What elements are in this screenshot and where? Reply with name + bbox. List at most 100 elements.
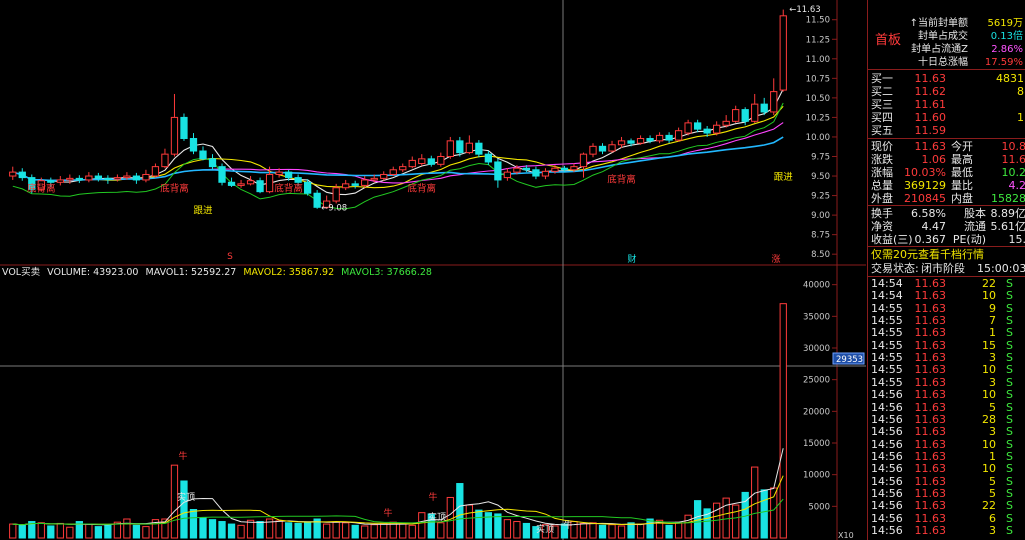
volume-bar (104, 524, 112, 539)
trade-time: 14:56 (871, 449, 903, 463)
candle-body (18, 171, 26, 179)
candle-body (361, 179, 369, 186)
trade-volume: 3 (989, 375, 996, 389)
seal-stat-value: 2.86% (991, 44, 1023, 55)
seal-stat-label: 十日总涨幅 (918, 57, 968, 68)
bid-row: 买三 11.61 (868, 98, 1025, 111)
volume-bar (47, 525, 55, 539)
trade-volume: 5 (989, 474, 996, 488)
candle-body (132, 175, 141, 181)
trade-row: 14:55 11.63 10 S (868, 364, 1025, 376)
trade-time: 14:56 (871, 400, 903, 414)
price-tick-label: 10.25 (806, 113, 830, 123)
volume-value: VOLUME: 43923.00 (47, 267, 139, 278)
quote-value: 369129 (904, 179, 946, 192)
price-tick-label: 9.00 (811, 211, 830, 221)
volume-bar (380, 522, 388, 539)
trade-volume: 5 (989, 400, 996, 414)
quote-value: 210845 (904, 192, 946, 205)
high-price-marker: ←11.63 (789, 5, 820, 15)
trade-side: S (1006, 462, 1013, 476)
trade-price: 11.63 (914, 474, 947, 488)
price-tick-label: 9.25 (811, 192, 830, 202)
quote-label: 外盘 (871, 192, 893, 205)
trade-time: 14:56 (871, 511, 903, 525)
volume-bar (598, 524, 607, 539)
volume-tick-label: 25000 (803, 376, 830, 386)
trade-status-row: 交易状态: 闭市阶段 15:00:03 (868, 262, 1025, 275)
trade-price: 11.63 (914, 289, 947, 303)
trade-volume: 10 (982, 462, 996, 476)
candle-body (218, 166, 226, 183)
trade-price: 11.63 (914, 400, 947, 414)
trade-side: S (1006, 277, 1013, 290)
volume-bar (446, 496, 454, 539)
price-tick-label: 10.00 (806, 133, 830, 143)
fundamental-value: 6.58% (911, 207, 946, 220)
candle-body (741, 109, 749, 122)
seal-stat-row: 封单占成交 0.13倍 (868, 30, 1025, 43)
quote-label: 今开 (951, 140, 973, 153)
candle-body (151, 166, 160, 177)
volume-bar (770, 487, 778, 539)
trade-price: 11.63 (914, 449, 947, 463)
volume-bar (418, 512, 426, 539)
price-tick-label: 11.00 (806, 55, 830, 65)
bid-row: 买四 11.60 1 (868, 111, 1025, 124)
trade-side: S (1006, 351, 1013, 365)
trade-row: 14:55 11.63 9 S (868, 302, 1025, 315)
trade-row: 14:56 11.63 5 S (868, 486, 1025, 500)
candle-body (66, 177, 74, 181)
trade-status-time: 15:00:03 (977, 262, 1025, 275)
trade-row: 14:56 11.63 5 S (868, 400, 1025, 414)
trade-side: S (1006, 499, 1013, 513)
candle-body (589, 145, 597, 155)
trade-price: 11.63 (914, 388, 947, 402)
trade-row: 14:56 11.63 3 S (868, 426, 1025, 438)
trade-volume: 3 (989, 524, 996, 537)
trade-time: 14:56 (871, 524, 903, 537)
volume-legend: VOL买卖 VOLUME: 43923.00 MAVOL1: 52592.27 … (2, 264, 436, 278)
volume-indicator-name[interactable]: VOL买卖 (2, 267, 40, 278)
volume-bar (465, 504, 473, 539)
trade-price: 11.63 (914, 277, 947, 290)
candle-body (551, 167, 559, 172)
candle-body (665, 134, 673, 141)
volume-bar (342, 522, 350, 539)
volume-bar (94, 526, 103, 539)
promo-row[interactable]: 仅需20元查看千档行情 (868, 248, 1025, 261)
signal-label: 底背离 (607, 173, 636, 185)
candle-body (342, 183, 350, 189)
promo-link[interactable]: 仅需20元查看千档行情 (871, 248, 984, 261)
volume-bar (323, 523, 331, 539)
mavol3-value: MAVOL3: 37666.28 (341, 267, 432, 278)
divider (868, 246, 1025, 247)
volume-bar (522, 522, 531, 539)
volume-bar (351, 524, 359, 539)
quote-value: 10.03% (904, 166, 946, 179)
candle-body (9, 171, 17, 177)
trade-volume: 10 (982, 289, 996, 303)
volume-bar (284, 522, 293, 539)
bid-level-label: 买二 (871, 85, 893, 98)
volume-bar (779, 303, 787, 539)
trade-volume: 1 (989, 449, 996, 463)
volume-bar (227, 523, 236, 539)
trade-volume: 3 (989, 351, 996, 365)
trade-row: 14:54 11.63 10 S (868, 290, 1025, 302)
candle-body (85, 175, 93, 181)
seal-stat-value: 0.13倍 (990, 31, 1023, 42)
quote-label: 总量 (871, 179, 893, 192)
trade-side: S (1006, 486, 1013, 500)
trade-volume: 6 (989, 511, 996, 525)
fundamental-label: 换手 (871, 207, 893, 220)
candle-body (237, 183, 245, 186)
fundamental-value: 8.89亿 (990, 207, 1025, 220)
trade-side: S (1006, 400, 1013, 414)
candle-body (294, 177, 302, 183)
trade-side: S (1006, 363, 1013, 377)
volume-bar (66, 526, 74, 539)
trade-price: 11.63 (914, 425, 947, 439)
bid-price: 11.61 (914, 98, 947, 111)
chart-area[interactable]: 11.50 11.25 11.00 10.75 10.50 10.25 10.00 9.75 9… (0, 0, 866, 540)
